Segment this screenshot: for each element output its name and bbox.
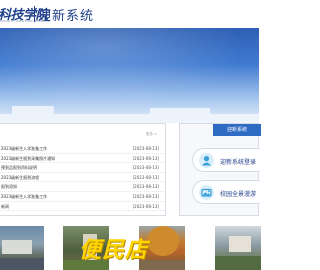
news-item[interactable]: 预到品报到资料说明 [2023-08-13]: [0, 163, 165, 173]
news-date: [2023-08-13]: [132, 174, 159, 180]
campus-banner: [0, 28, 259, 123]
news-date: [2023-08-13]: [132, 165, 159, 171]
panorama-icon: [199, 185, 214, 200]
system-title: 迎新系统: [38, 9, 95, 24]
main-content: 更多 > 2023级新生入学准备工作 [2023-08-13] 2023级新生报到…: [0, 123, 261, 218]
login-button[interactable]: 迎新系统登录: [192, 148, 260, 172]
news-title[interactable]: 2023级新生入学准备工作: [1, 146, 47, 152]
side-panel-heading: 迎新系统: [213, 124, 261, 136]
news-title[interactable]: 报到须知: [1, 184, 17, 190]
more-news-link[interactable]: 更多 >: [146, 132, 157, 137]
news-item[interactable]: 2023级新生报到流程 [2023-08-13]: [0, 173, 165, 183]
news-date: [2023-08-13]: [132, 146, 159, 151]
news-item[interactable]: 报到须知 [2023-08-13]: [0, 182, 165, 192]
panorama-tour-button[interactable]: 校园全景漫游: [192, 180, 260, 204]
campus-photo[interactable]: [215, 226, 261, 270]
watermark-text: 便民店: [79, 238, 149, 263]
banner-building: [150, 108, 210, 116]
news-item[interactable]: 2023级新生入学准备工作 [2023-08-13]: [0, 192, 165, 202]
news-date: [2023-08-13]: [132, 203, 159, 209]
photo-tree: [147, 226, 179, 256]
site-header: 科技学院 SCHOOL OF SCIENCE AND TECHNOLOGY 迎新…: [0, 0, 259, 28]
news-panel: 更多 > 2023级新生入学准备工作 [2023-08-13] 2023级新生报到…: [0, 123, 166, 216]
login-button-label: 迎新系统登录: [220, 159, 257, 166]
logo-divider: [34, 6, 35, 22]
side-panel: 迎新系统 迎新系统登录 校园全景漫游: [179, 123, 261, 216]
news-item[interactable]: 2023级新生报到采集照片通知 [2023-08-13]: [0, 154, 165, 164]
photo-hill: [215, 256, 261, 270]
news-title[interactable]: 2023级新生入学准备工作: [1, 194, 47, 200]
news-title[interactable]: 2023级新生报到采集照片通知: [1, 156, 55, 162]
photo-building: [2, 240, 32, 254]
news-title[interactable]: 2023级新生报到流程: [1, 175, 39, 181]
news-list: 2023级新生入学准备工作 [2023-08-13] 2023级新生报到采集照片通…: [0, 144, 165, 212]
news-item[interactable]: 新闻 [2023-08-13]: [0, 202, 165, 212]
news-title[interactable]: 新闻: [1, 204, 9, 210]
panorama-tour-label: 校园全景漫游: [220, 191, 257, 198]
news-item[interactable]: 2023级新生入学准备工作 [2023-08-13]: [0, 144, 165, 154]
campus-photo[interactable]: [0, 226, 44, 270]
banner-building: [12, 106, 54, 116]
photo-road: [0, 258, 44, 270]
news-date: [2023-08-13]: [132, 155, 159, 161]
news-date: [2023-08-13]: [132, 193, 159, 199]
photo-pavilion: [229, 236, 251, 252]
news-date: [2023-08-13]: [132, 184, 159, 190]
news-title[interactable]: 预到品报到资料说明: [1, 165, 37, 171]
user-icon: [199, 153, 214, 168]
